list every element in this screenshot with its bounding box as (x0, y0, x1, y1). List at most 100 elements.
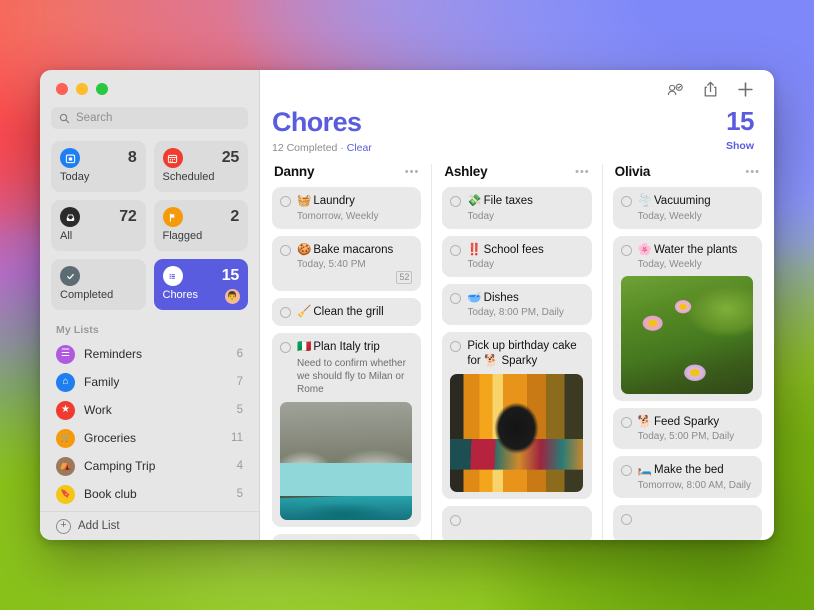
task-emoji: 💸 (467, 195, 481, 207)
smart-list-completed[interactable]: Completed (51, 259, 146, 310)
flagged-label: Flagged (163, 230, 240, 242)
task-meta: Today, Weekly (638, 259, 753, 270)
list-item-label: Book club (84, 487, 228, 501)
task-title: School fees (484, 244, 544, 256)
list-item-label: Reminders (84, 347, 228, 361)
column-menu-button[interactable]: ••• (405, 169, 420, 175)
task-emoji: 🛏️ (638, 464, 652, 476)
sidebar-item-book-club[interactable]: 🔖 Book club 5 (51, 480, 248, 508)
flag-icon (163, 207, 183, 227)
task-item[interactable]: 🥣Dishes Today, 8:00 PM, Daily (442, 284, 591, 325)
task-checkbox[interactable] (450, 293, 461, 304)
task-checkbox[interactable] (621, 196, 632, 207)
zoom-button[interactable] (96, 83, 108, 95)
window-controls (40, 70, 259, 95)
task-checkbox[interactable] (280, 307, 291, 318)
search-input[interactable]: Search (51, 107, 248, 129)
completed-count-text: 12 Completed (272, 142, 337, 154)
column-header: Olivia ••• (613, 164, 762, 187)
column-menu-button[interactable]: ••• (575, 169, 590, 175)
task-title: Laundry (313, 195, 355, 207)
bookmark-icon: 🔖 (56, 485, 75, 504)
sidebar-item-reminders[interactable]: ☰ Reminders 6 (51, 340, 248, 368)
list-item-label: Groceries (84, 431, 222, 445)
task-checkbox[interactable] (450, 245, 461, 256)
task-checkbox[interactable] (280, 196, 291, 207)
main-content: Chores 12 Completed · Clear 15 Show Dann… (260, 70, 774, 540)
add-icon[interactable] (737, 81, 754, 98)
clear-button[interactable]: Clear (347, 142, 372, 154)
list-icon: ☰ (56, 345, 75, 364)
task-item[interactable]: 🧺Laundry Tomorrow, Weekly (272, 187, 421, 228)
task-title: Plan Italy trip (313, 341, 379, 353)
scheduled-count: 25 (222, 149, 239, 167)
collaborate-icon[interactable] (667, 81, 684, 98)
task-title: Clean the grill (313, 306, 383, 318)
task-checkbox[interactable] (450, 515, 461, 526)
smart-list-scheduled[interactable]: 25 Scheduled (154, 141, 249, 192)
sidebar-item-work[interactable]: ★ Work 5 (51, 396, 248, 424)
add-list-button[interactable]: + Add List (40, 511, 259, 540)
task-photo-flowers (621, 276, 753, 394)
column-title: Ashley (444, 164, 487, 179)
share-icon[interactable] (702, 81, 719, 98)
task-item[interactable]: 🛏️Make the bed Tomorrow, 8:00 AM, Daily (613, 456, 762, 497)
task-emoji: 🥣 (467, 292, 481, 304)
column-menu-button[interactable]: ••• (745, 169, 760, 175)
task-title: Feed Sparky (654, 416, 719, 428)
task-checkbox[interactable] (450, 341, 461, 352)
list-item-label: Camping Trip (84, 459, 228, 473)
task-item[interactable]: 💸File taxes Today (442, 187, 591, 228)
task-item[interactable]: 🇮🇹Plan Italy trip Need to confirm whethe… (272, 333, 421, 526)
task-item[interactable]: 🌸Water the plants Today, Weekly (613, 236, 762, 401)
new-task-placeholder[interactable] (272, 534, 421, 540)
sidebar: Search 8 Today 25 (40, 70, 260, 540)
task-item[interactable]: 🍪Bake macarons Today, 5:40 PM 52 (272, 236, 421, 291)
search-container: Search (40, 95, 259, 129)
task-checkbox[interactable] (621, 465, 632, 476)
today-label: Today (60, 171, 137, 183)
task-item[interactable]: 🌪️Vacuuming Today, Weekly (613, 187, 762, 228)
task-item[interactable]: 🐕Feed Sparky Today, 5:00 PM, Daily (613, 408, 762, 449)
cart-icon: 🛒 (56, 429, 75, 448)
list-item-count: 5 (237, 404, 243, 416)
smart-list-today[interactable]: 8 Today (51, 141, 146, 192)
task-meta: Today, 5:00 PM, Daily (638, 431, 753, 442)
flagged-count: 2 (230, 208, 239, 226)
minimize-button[interactable] (76, 83, 88, 95)
close-button[interactable] (56, 83, 68, 95)
plus-circle-icon: + (56, 519, 71, 534)
smart-list-all[interactable]: 72 All (51, 200, 146, 251)
task-checkbox[interactable] (280, 245, 291, 256)
task-checkbox[interactable] (621, 245, 632, 256)
task-title: Pick up birthday cake for 🐕 Sparky (467, 340, 576, 366)
task-item[interactable]: Pick up birthday cake for 🐕 Sparky (442, 332, 591, 499)
sidebar-item-family[interactable]: ⌂ Family 7 (51, 368, 248, 396)
completed-label: Completed (60, 289, 137, 301)
new-task-placeholder[interactable] (613, 505, 762, 540)
list-item-count: 7 (237, 376, 243, 388)
smart-list-flagged[interactable]: 2 Flagged (154, 200, 249, 251)
smart-list-chores[interactable]: 15 Chores 👨 (154, 259, 249, 310)
task-item[interactable]: ‼️School fees Today (442, 236, 591, 277)
new-task-placeholder[interactable] (442, 506, 591, 540)
list-header: Chores 12 Completed · Clear 15 Show (260, 108, 774, 154)
task-emoji: 🧹 (297, 306, 311, 318)
show-button[interactable]: Show (726, 140, 754, 152)
sidebar-item-groceries[interactable]: 🛒 Groceries 11 (51, 424, 248, 452)
task-meta: Tomorrow, 8:00 AM, Daily (638, 480, 753, 491)
sidebar-item-camping-trip[interactable]: ⛺ Camping Trip 4 (51, 452, 248, 480)
star-icon: ★ (56, 401, 75, 420)
task-emoji: 🍪 (297, 244, 311, 256)
task-checkbox[interactable] (280, 342, 291, 353)
list-item-count: 5 (237, 488, 243, 500)
task-checkbox[interactable] (450, 196, 461, 207)
task-checkbox[interactable] (621, 417, 632, 428)
column-title: Danny (274, 164, 314, 179)
task-checkbox[interactable] (621, 514, 632, 525)
reminder-count: 15 (726, 108, 754, 135)
column-header: Ashley ••• (442, 164, 591, 187)
chores-count: 15 (222, 267, 239, 285)
task-item[interactable]: 🧹Clean the grill (272, 298, 421, 326)
tent-icon: ⛺ (56, 457, 75, 476)
